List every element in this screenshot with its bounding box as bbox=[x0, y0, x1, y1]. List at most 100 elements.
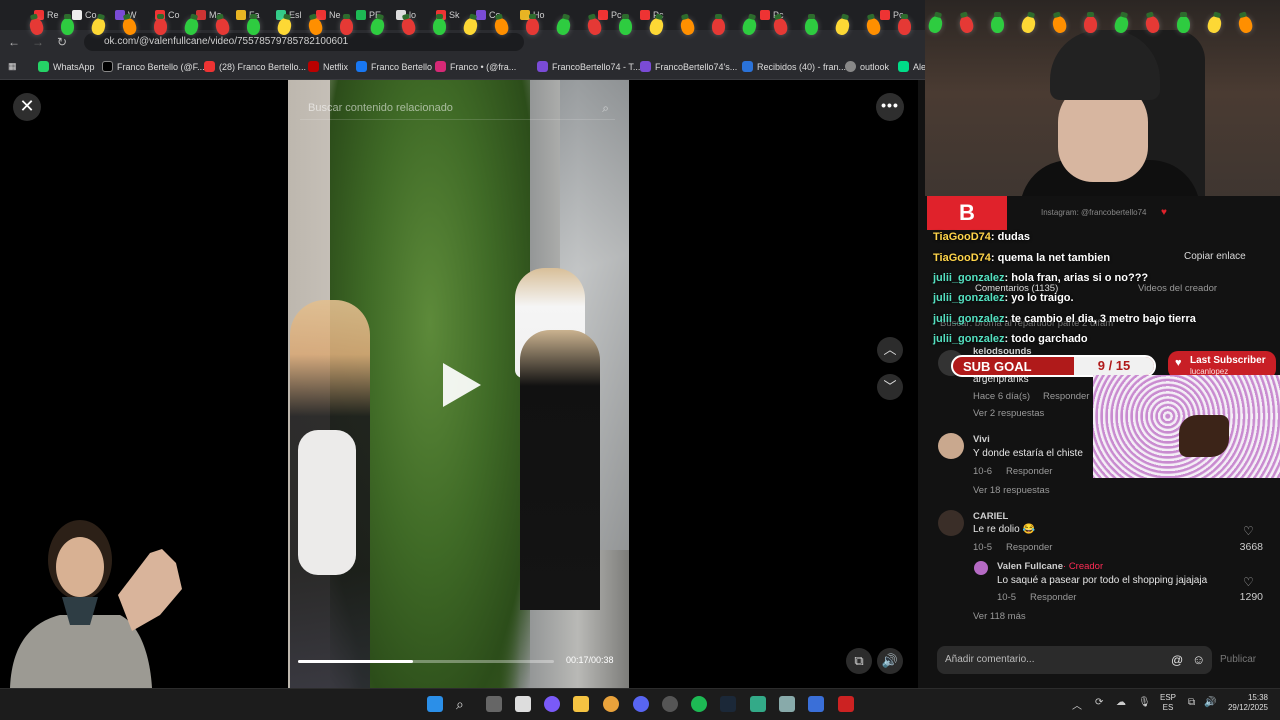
publish-button[interactable]: Publicar bbox=[1220, 654, 1256, 665]
steam-icon[interactable] bbox=[720, 696, 736, 712]
close-button[interactable]: ✕ bbox=[13, 93, 41, 121]
play-icon[interactable] bbox=[443, 363, 481, 407]
video-progress-bar[interactable] bbox=[298, 660, 554, 663]
tray-network-icon[interactable]: ☁ bbox=[1116, 697, 1126, 708]
close-icon: ✕ bbox=[19, 96, 35, 116]
bookmark-item[interactable]: Recibidos (40) - fran... bbox=[742, 61, 846, 72]
avatar[interactable] bbox=[938, 510, 964, 536]
comment-text: Lo saqué a pasear por todo el shopping j… bbox=[997, 575, 1208, 586]
reply-button[interactable]: Responder bbox=[1006, 466, 1052, 477]
chat-message: julii_gonzalez: yo lo traigo. bbox=[933, 292, 1074, 304]
like-count: 1290 bbox=[1239, 591, 1263, 603]
christmas-light-bulb bbox=[433, 14, 446, 35]
search-icon[interactable]: ⌕ bbox=[602, 101, 609, 116]
mini-player-button[interactable]: ⧉ bbox=[846, 648, 872, 674]
chrome-icon[interactable] bbox=[603, 696, 619, 712]
store-icon[interactable] bbox=[515, 696, 531, 712]
app-icon[interactable] bbox=[750, 696, 766, 712]
file-explorer-icon[interactable] bbox=[573, 696, 589, 712]
view-more-replies-button[interactable]: Ver 118 más bbox=[973, 611, 1026, 622]
reply-button[interactable]: Responder bbox=[1006, 542, 1052, 553]
chat-message: TiaGooD74: quema la net tambien bbox=[933, 252, 1111, 264]
bookmark-item[interactable]: Netflix bbox=[308, 61, 348, 72]
comment-user[interactable]: Vivi bbox=[973, 434, 990, 445]
tray-chevron-icon[interactable]: ︿ bbox=[1072, 697, 1082, 712]
comment-user[interactable]: Valen Fullcane bbox=[997, 561, 1063, 572]
chevron-up-icon: ︿ bbox=[883, 342, 897, 357]
christmas-light-bulb bbox=[526, 14, 539, 35]
start-icon[interactable] bbox=[427, 696, 443, 712]
app-icon[interactable] bbox=[838, 696, 854, 712]
spotify-icon[interactable] bbox=[691, 696, 707, 712]
heart-icon: ♥ bbox=[1161, 207, 1167, 218]
emoji-icon[interactable]: ☺ bbox=[1192, 652, 1205, 667]
view-replies-button[interactable]: Ver 18 respuestas bbox=[973, 485, 1050, 496]
christmas-light-bulb bbox=[1177, 12, 1190, 33]
comment-text: Le re dolio 😂 bbox=[973, 524, 1035, 535]
bookmark-item[interactable]: WhatsApp bbox=[38, 61, 95, 72]
comment-user[interactable]: CARIEL bbox=[973, 511, 1008, 522]
tab-creator-videos[interactable]: Videos del creador bbox=[1138, 283, 1217, 294]
task-view-icon[interactable] bbox=[486, 696, 502, 712]
app-icon[interactable] bbox=[544, 696, 560, 712]
previous-video-button[interactable]: ︿ bbox=[877, 337, 903, 363]
bookmark-item[interactable]: outlook bbox=[845, 61, 889, 72]
bookmark-item[interactable]: Franco • (@fra... bbox=[435, 61, 516, 72]
reply-button[interactable]: Responder bbox=[1030, 592, 1076, 603]
video-person-black-hoodie bbox=[520, 330, 600, 610]
reply-button[interactable]: Responder bbox=[1043, 391, 1089, 402]
like-heart-icon[interactable]: ♡ bbox=[1243, 524, 1254, 538]
discord-icon[interactable] bbox=[633, 696, 649, 712]
app-icon[interactable] bbox=[779, 696, 795, 712]
volume-button[interactable]: 🔊 bbox=[877, 648, 903, 674]
bookmark-item[interactable]: Franco Bertello (@F... bbox=[102, 61, 205, 72]
system-clock[interactable]: 15:38 29/12/2025 bbox=[1222, 693, 1268, 713]
url-field[interactable]: ok.com/@valenfullcane/video/755785797857… bbox=[84, 33, 524, 51]
reload-icon[interactable]: ↻ bbox=[54, 34, 70, 50]
avatar[interactable] bbox=[974, 561, 988, 575]
back-arrow-icon[interactable]: ← bbox=[6, 34, 22, 50]
streamer-overlay-character bbox=[10, 520, 182, 688]
pip-icon: ⧉ bbox=[854, 653, 864, 668]
next-video-button[interactable]: ﹀ bbox=[877, 374, 903, 400]
sub-goal-widget: SUB GOAL 9 / 15 bbox=[951, 355, 1156, 377]
instagram-handle: Instagram: @francobertello74 bbox=[1041, 208, 1147, 217]
chat-message: julii_gonzalez: todo garchado bbox=[933, 333, 1088, 345]
heart-icon: ♥ bbox=[1175, 357, 1182, 369]
browser-tab[interactable]: Pc bbox=[598, 6, 622, 24]
christmas-light-bulb bbox=[712, 14, 725, 35]
like-heart-icon[interactable]: ♡ bbox=[1243, 575, 1254, 589]
language-indicator[interactable]: ESP ES bbox=[1160, 693, 1176, 713]
video-progress-fill bbox=[298, 660, 414, 663]
game-capture-overlay bbox=[1093, 375, 1280, 478]
forward-arrow-icon[interactable]: → bbox=[30, 34, 46, 50]
microphone-icon[interactable]: 🎙 bbox=[1138, 697, 1151, 708]
bookmark-item[interactable]: FrancoBertello74 - T... bbox=[537, 61, 640, 72]
avatar[interactable] bbox=[938, 433, 964, 459]
christmas-light-bulb bbox=[898, 14, 911, 35]
view-replies-button[interactable]: Ver 2 respuestas bbox=[973, 408, 1044, 419]
bookmark-item[interactable]: Franco Bertello bbox=[356, 61, 432, 72]
christmas-light-bulb bbox=[991, 12, 1004, 33]
christmas-light-bulb bbox=[619, 14, 632, 35]
comment-date: Hace 6 día(s) bbox=[973, 391, 1031, 402]
chat-message: julii_gonzalez: te cambio el dia, 3 metr… bbox=[933, 313, 1196, 325]
search-icon[interactable]: ⌕ bbox=[456, 696, 472, 712]
chevron-down-icon: ﹀ bbox=[883, 379, 897, 394]
volume-icon[interactable]: 🔊 bbox=[1204, 697, 1216, 708]
app-icon[interactable] bbox=[662, 696, 678, 712]
copy-link-button[interactable]: Copiar enlace bbox=[1184, 251, 1246, 262]
app-icon[interactable] bbox=[808, 696, 824, 712]
apps-grid-icon[interactable]: ▦ bbox=[8, 61, 17, 72]
video-shopping-bag bbox=[298, 430, 356, 575]
wifi-icon[interactable]: ⧉ bbox=[1188, 697, 1195, 708]
mention-icon[interactable]: @ bbox=[1171, 653, 1183, 667]
bookmark-item[interactable]: FrancoBertello74's... bbox=[640, 61, 737, 72]
comment-text: Y donde estaría el chiste bbox=[973, 448, 1083, 459]
christmas-light-bulb bbox=[247, 14, 260, 35]
related-search-field[interactable]: Buscar contenido relacionado ⌕ bbox=[300, 98, 615, 120]
tray-app-icon[interactable]: ⟳ bbox=[1095, 697, 1103, 708]
more-options-button[interactable]: ••• bbox=[876, 93, 904, 121]
bookmark-item[interactable]: (28) Franco Bertello... bbox=[204, 61, 306, 72]
speaker-icon: 🔊 bbox=[881, 653, 899, 668]
